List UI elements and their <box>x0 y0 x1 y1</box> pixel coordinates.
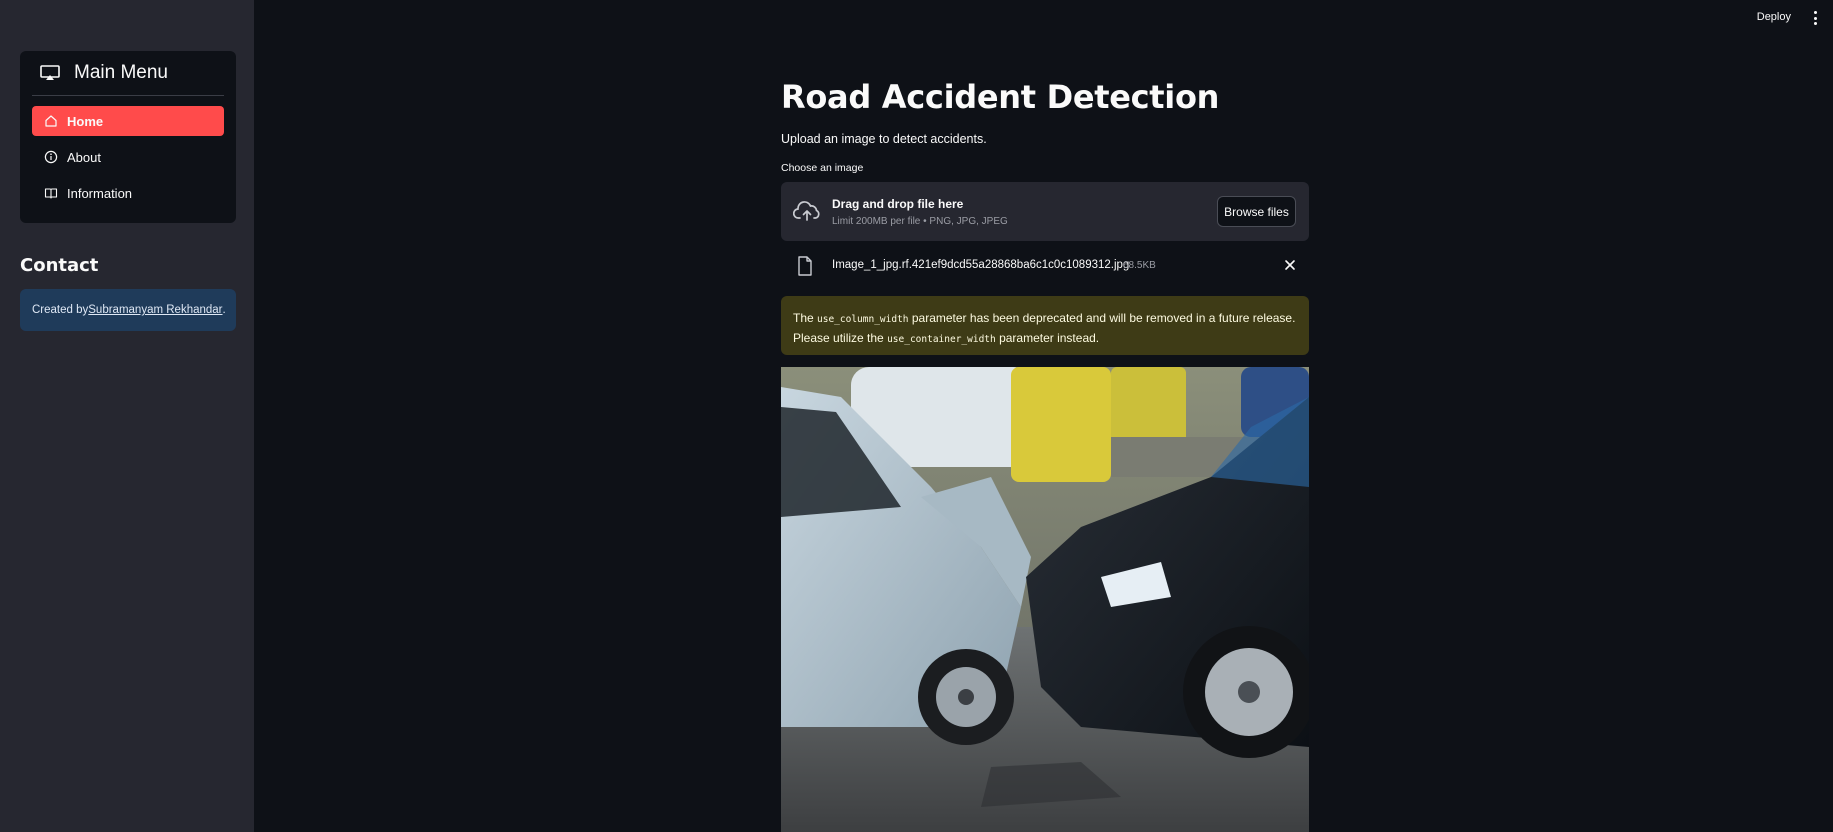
browse-files-button[interactable]: Browse files <box>1217 196 1296 227</box>
warning-text: parameter instead. <box>995 331 1100 345</box>
sidebar-item-home[interactable]: Home <box>32 106 224 136</box>
sidebar-item-label: Home <box>67 113 104 129</box>
deploy-button[interactable]: Deploy <box>1757 11 1791 23</box>
uploader-label: Choose an image <box>781 162 864 174</box>
uploaded-file-name: Image_1_jpg.rf.421ef9dcd55a28868ba6c1c0c… <box>832 259 1130 271</box>
file-icon <box>798 256 812 276</box>
dropzone-instructions: Drag and drop file here <box>832 197 964 211</box>
sidebar: Main Menu Home About Information Contact… <box>0 0 254 832</box>
menu-header: Main Menu <box>32 51 224 96</box>
main-menu-card: Main Menu Home About Information <box>20 51 236 223</box>
cloud-upload-icon <box>793 201 820 221</box>
sidebar-item-about[interactable]: About <box>32 142 224 172</box>
deprecation-warning: The use_column_width parameter has been … <box>781 296 1309 355</box>
page-title: Road Accident Detection <box>781 78 1220 116</box>
car-crash-photo <box>781 367 1309 832</box>
page-subtitle: Upload an image to detect accidents. <box>781 132 987 146</box>
dropzone-limit-text: Limit 200MB per file • PNG, JPG, JPEG <box>832 216 1008 227</box>
contact-suffix: . <box>222 304 226 316</box>
contact-info-box: Created by Subramanyam Rekhandar . <box>20 289 236 331</box>
sidebar-item-information[interactable]: Information <box>32 178 224 208</box>
info-circle-icon <box>44 150 58 164</box>
contact-prefix: Created by <box>32 304 89 316</box>
menu-title: Main Menu <box>74 62 168 83</box>
cast-icon <box>40 65 60 80</box>
warning-text: The <box>793 311 818 325</box>
sidebar-item-label: Information <box>67 185 133 201</box>
book-icon <box>44 188 58 199</box>
contact-heading: Contact <box>20 255 99 276</box>
sidebar-item-label: About <box>67 149 101 165</box>
uploaded-file-row: Image_1_jpg.rf.421ef9dcd55a28868ba6c1c0c… <box>781 252 1309 282</box>
remove-file-close-icon[interactable] <box>1283 258 1297 272</box>
more-options-icon[interactable] <box>1811 11 1819 25</box>
warning-code: use_column_width <box>817 314 909 325</box>
uploaded-file-size: 68.5KB <box>1123 260 1156 271</box>
app-root: Main Menu Home About Information Contact… <box>0 0 1833 832</box>
file-dropzone[interactable]: Drag and drop file here Limit 200MB per … <box>781 182 1309 241</box>
author-link[interactable]: Subramanyam Rekhandar <box>88 304 222 316</box>
house-icon <box>45 115 57 127</box>
warning-code: use_container_width <box>887 334 996 345</box>
uploaded-image-preview <box>781 367 1309 832</box>
